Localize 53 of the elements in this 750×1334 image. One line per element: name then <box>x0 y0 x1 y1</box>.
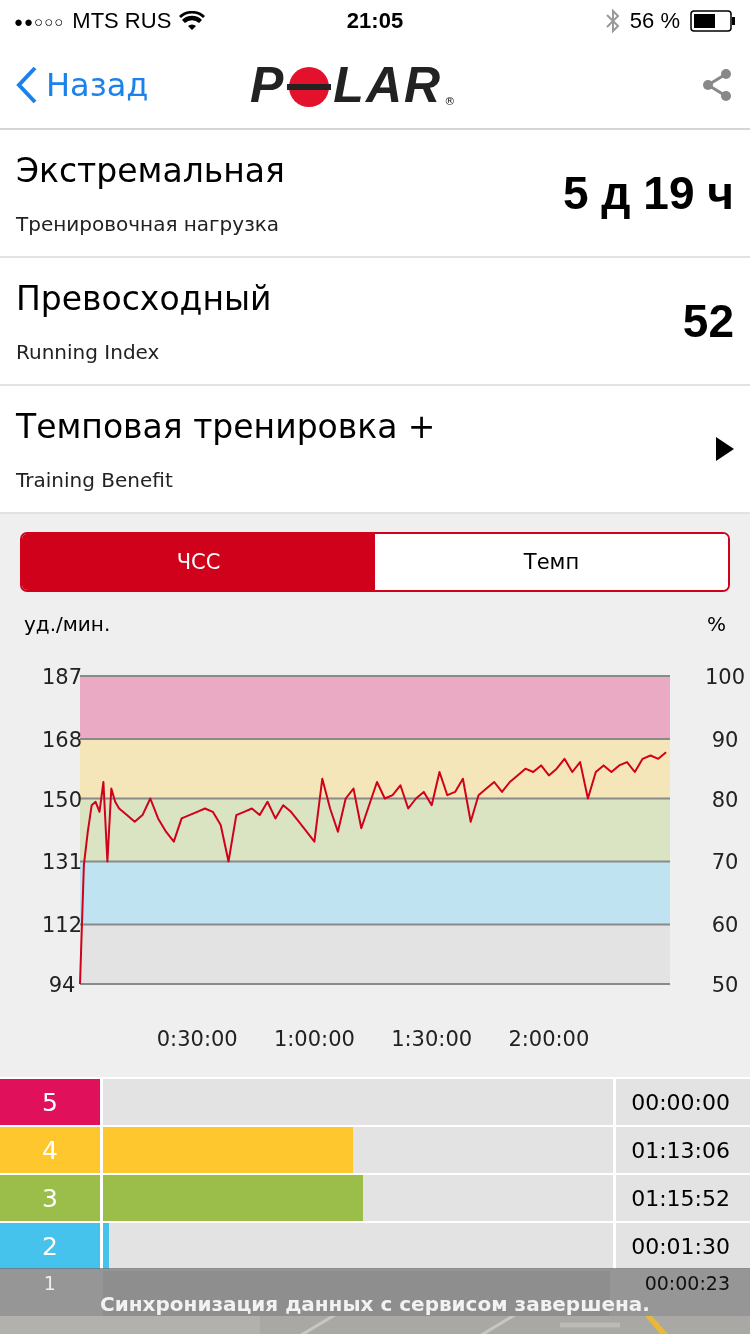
back-button[interactable]: Назад <box>16 66 149 104</box>
zone-number: 3 <box>0 1175 100 1221</box>
y-tick-label: 94 <box>48 973 76 997</box>
y-tick-label: 150 <box>41 787 83 812</box>
zone-number: 4 <box>0 1127 100 1173</box>
metric-value: 52 <box>682 294 734 348</box>
wifi-icon <box>179 11 206 31</box>
battery-icon <box>690 10 736 32</box>
y-tick-label: 80 <box>711 787 739 812</box>
segment-tab[interactable]: ЧСС <box>22 534 375 590</box>
metric-subtitle: Тренировочная нагрузка <box>16 211 281 236</box>
axis-unit: уд./мин. <box>24 612 111 636</box>
y-tick-label: 60 <box>711 913 739 938</box>
metric-subtitle: Training Benefit <box>16 467 174 492</box>
x-tick-label: 1:00:00 <box>273 1027 355 1051</box>
sync-message: Синхронизация данных с сервисом завершена. <box>100 1293 650 1315</box>
x-tick-label: 1:30:00 <box>391 1027 473 1051</box>
metric-subtitle: Running Index <box>16 339 161 364</box>
y-tick-label: 100 <box>704 665 746 689</box>
back-chevron-icon[interactable] <box>16 66 38 104</box>
logo-text: LAR <box>333 60 443 110</box>
metric-title: Экстремальная <box>16 150 286 190</box>
metric-value: 5 д 19 ч <box>563 166 734 220</box>
logo-circle-icon <box>287 65 332 109</box>
zone-number: 1 <box>42 1271 57 1295</box>
zone-time: 00:01:30 <box>616 1223 750 1269</box>
zone-number: 2 <box>0 1223 100 1269</box>
zone-time: 00:00:00 <box>616 1079 750 1125</box>
y-tick-label: 50 <box>711 973 739 997</box>
clock-time: 21:05 <box>346 8 404 33</box>
share-icon[interactable] <box>700 68 734 102</box>
battery-percent: 56 % <box>629 8 680 34</box>
x-tick-label: 0:30:00 <box>156 1027 238 1051</box>
y-tick-label: 90 <box>711 727 739 752</box>
y-tick-label: 187 <box>41 665 83 689</box>
y-tick-label: 168 <box>41 727 83 752</box>
metric-title: Превосходный <box>16 278 273 318</box>
x-tick-label: 2:00:00 <box>508 1027 590 1051</box>
carrier-name: MTS RUS <box>72 8 172 34</box>
play-arrow-icon[interactable] <box>716 437 734 461</box>
metric-title: Темповая тренировка + <box>16 406 437 446</box>
registered-mark: ® <box>444 95 456 108</box>
y-tick-label: 131 <box>41 850 83 875</box>
axis-unit: % <box>707 612 726 636</box>
y-tick-label: 112 <box>41 913 83 938</box>
logo-text: P <box>250 60 286 110</box>
zone-time: 00:00:23 <box>643 1271 731 1295</box>
bluetooth-icon <box>605 8 620 34</box>
zone-time: 01:15:52 <box>616 1175 750 1221</box>
signal-dots: ●●○○○ <box>14 12 65 30</box>
y-tick-label: 70 <box>711 850 739 875</box>
zone-number: 5 <box>0 1079 100 1125</box>
zone-time: 01:13:06 <box>616 1127 750 1173</box>
